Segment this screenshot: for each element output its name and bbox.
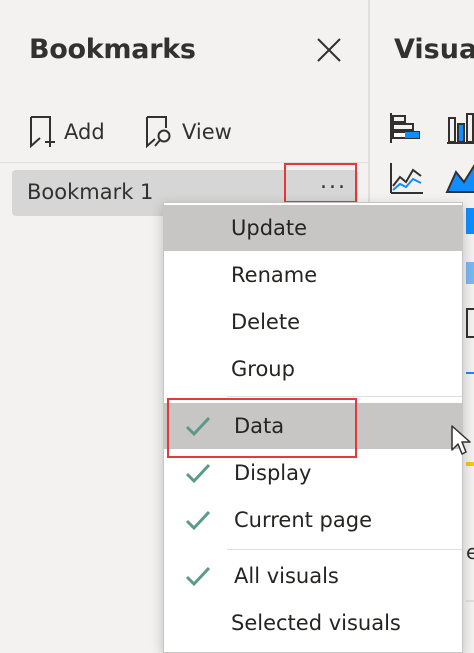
visual-icon-peek [466, 462, 474, 466]
checkmark-icon [185, 566, 211, 587]
more-options-icon: ... [320, 169, 347, 194]
stacked-column-chart-icon[interactable] [444, 110, 474, 146]
visual-icon-peek[interactable] [466, 208, 474, 234]
more-options-button[interactable]: ... [284, 163, 357, 203]
visual-icon-peek[interactable] [466, 352, 474, 374]
area-chart-icon[interactable] [444, 160, 474, 196]
add-bookmark-button[interactable]: Add [28, 112, 105, 152]
close-button[interactable] [310, 32, 346, 68]
divider [466, 600, 474, 602]
visual-icon-peek[interactable] [466, 262, 474, 284]
view-bookmarks-button[interactable]: View [144, 112, 232, 152]
menu-item-selected-visuals[interactable]: Selected visuals [164, 600, 462, 646]
view-bookmark-icon [146, 116, 171, 149]
menu-item-group[interactable]: Group [164, 346, 462, 392]
checkmark-icon [185, 510, 211, 531]
checkmark-icon [185, 463, 211, 484]
menu-divider [227, 549, 462, 550]
visual-icon-peek[interactable] [466, 308, 474, 338]
menu-item-update[interactable]: Update [164, 205, 462, 251]
menu-item-rename[interactable]: Rename [164, 252, 462, 298]
bookmark-label: Bookmark 1 [27, 180, 154, 204]
menu-item-delete[interactable]: Delete [164, 299, 462, 345]
menu-item-current-page[interactable]: Current page [164, 497, 462, 543]
mouse-cursor-icon [451, 425, 471, 455]
visual-text-peek: e [466, 540, 474, 564]
pane-title: Bookmarks [29, 34, 196, 65]
view-label: View [182, 120, 232, 144]
add-bookmark-icon [30, 116, 55, 149]
menu-item-all-visuals[interactable]: All visuals [164, 553, 462, 599]
visualizations-title: Visualizations [394, 34, 474, 65]
menu-divider [227, 396, 462, 397]
highlight-box [167, 398, 357, 458]
close-icon [317, 38, 341, 62]
line-chart-icon[interactable] [388, 160, 424, 196]
add-label: Add [64, 120, 105, 144]
stacked-bar-chart-icon[interactable] [388, 110, 424, 146]
